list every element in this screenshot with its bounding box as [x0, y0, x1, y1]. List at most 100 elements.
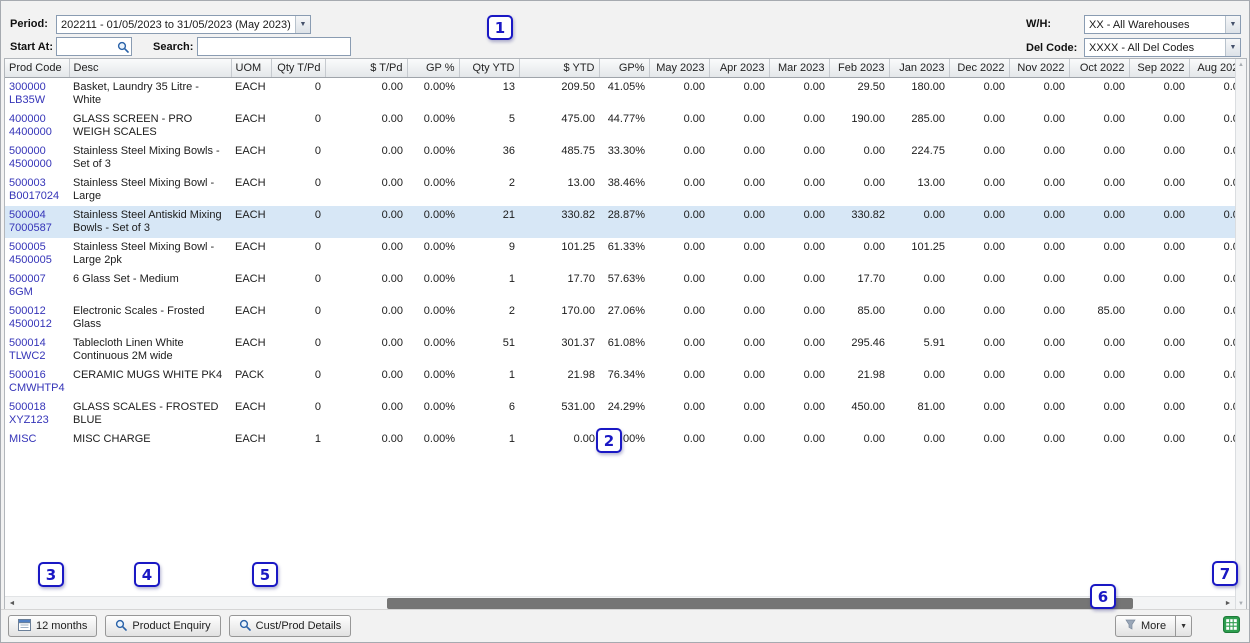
annotation-marker-1: 1: [487, 15, 513, 40]
table-row[interactable]: 5000076GM6 Glass Set - MediumEACH00.000.…: [5, 270, 1235, 302]
table-row[interactable]: 500018XYZ123GLASS SCALES - FROSTED BLUEE…: [5, 398, 1235, 430]
prod-code-link[interactable]: 500007: [9, 273, 65, 286]
horizontal-scrollbar-thumb[interactable]: [387, 598, 1133, 609]
prod-code-link-2[interactable]: TLWC2: [9, 350, 65, 363]
column-header-ytd[interactable]: $ YTD: [519, 59, 599, 78]
more-button[interactable]: More: [1115, 615, 1176, 637]
prod-code-link-2[interactable]: B0017024: [9, 190, 65, 203]
table-row[interactable]: 300000LB35WBasket, Laundry 35 Litre - Wh…: [5, 78, 1235, 111]
prod-code-link-2[interactable]: CMWHTP4: [9, 382, 65, 395]
prod-code-link-2[interactable]: 4500000: [9, 158, 65, 171]
cell-may-2023: 0.00: [649, 430, 709, 450]
prod-code-link[interactable]: MISC: [9, 433, 65, 446]
period-dropdown[interactable]: 202211 - 01/05/2023 to 31/05/2023 (May 2…: [56, 15, 311, 34]
table-row[interactable]: 500016CMWHTP4CERAMIC MUGS WHITE PK4PACK0…: [5, 366, 1235, 398]
cell-jan-2023: 180.00: [889, 78, 949, 111]
column-header-dec-2022[interactable]: Dec 2022: [949, 59, 1009, 78]
column-header-gp[interactable]: GP%: [599, 59, 649, 78]
product-enquiry-button[interactable]: Product Enquiry: [105, 615, 220, 637]
prod-code-link[interactable]: 500012: [9, 305, 65, 318]
prod-code-link-2[interactable]: XYZ123: [9, 414, 65, 427]
cell-gp-ytd: 41.05%: [599, 78, 649, 111]
cell-oct-2022: 0.00: [1069, 398, 1129, 430]
cell-dec-2022: 0.00: [949, 174, 1009, 206]
prod-code-link[interactable]: 300000: [9, 81, 65, 94]
column-header-jan-2023[interactable]: Jan 2023: [889, 59, 949, 78]
search-label: Search:: [153, 41, 193, 53]
column-header-gp[interactable]: GP %: [407, 59, 459, 78]
table-row[interactable]: 5000124500012Electronic Scales - Frosted…: [5, 302, 1235, 334]
column-header-feb-2023[interactable]: Feb 2023: [829, 59, 889, 78]
cell-feb-2023: 190.00: [829, 110, 889, 142]
cell-oct-2022: 0.00: [1069, 142, 1129, 174]
cell-gp-ytd: 24.29%: [599, 398, 649, 430]
cell-aug-2022: 0.00: [1189, 398, 1235, 430]
cust-prod-details-button[interactable]: Cust/Prod Details: [229, 615, 352, 637]
start-at-input[interactable]: [57, 38, 115, 55]
table-row[interactable]: 5000054500005Stainless Steel Mixing Bowl…: [5, 238, 1235, 270]
more-dropdown-arrow-button[interactable]: ▼: [1176, 615, 1192, 637]
column-header-uom[interactable]: UOM: [231, 59, 271, 78]
prod-code-link[interactable]: 500004: [9, 209, 65, 222]
column-header-apr-2023[interactable]: Apr 2023: [709, 59, 769, 78]
prod-code-link[interactable]: 500018: [9, 401, 65, 414]
cell-gp-tpd: 0.00%: [407, 366, 459, 398]
column-header-qty-ytd[interactable]: Qty YTD: [459, 59, 519, 78]
column-header-may-2023[interactable]: May 2023: [649, 59, 709, 78]
prod-code-link[interactable]: 500014: [9, 337, 65, 350]
funnel-icon: [1125, 619, 1136, 633]
cell-gp-ytd: 33.30%: [599, 142, 649, 174]
export-excel-button[interactable]: [1220, 615, 1242, 637]
prod-code-link[interactable]: 500000: [9, 145, 65, 158]
prod-code-link-2[interactable]: 4500012: [9, 318, 65, 331]
cell-apr-2023: 0.00: [709, 430, 769, 450]
prod-code-link-2[interactable]: 4500005: [9, 254, 65, 267]
cell-qty-ytd: 6: [459, 398, 519, 430]
column-header-t-pd[interactable]: $ T/Pd: [325, 59, 407, 78]
cell-desc: GLASS SCREEN - PRO WEIGH SCALES: [69, 110, 231, 142]
cell-sep-2022: 0.00: [1129, 430, 1189, 450]
cell-jan-2023: 0.00: [889, 270, 949, 302]
table-row[interactable]: 4000004400000 GLASS SCREEN - PRO WEIGH SC…: [5, 110, 1235, 142]
cell-amt-tpd: 0.00: [325, 110, 407, 142]
cell-qty-tpd: 0: [271, 302, 325, 334]
cell-oct-2022: 0.00: [1069, 206, 1129, 238]
prod-code-link-2[interactable]: 6GM: [9, 286, 65, 299]
column-header-sep-2022[interactable]: Sep 2022: [1129, 59, 1189, 78]
filter-bar: Period: 202211 - 01/05/2023 to 31/05/202…: [1, 1, 1249, 58]
prod-code-link-2[interactable]: 4400000: [9, 126, 65, 139]
prod-code-link[interactable]: 500005: [9, 241, 65, 254]
scroll-up-icon[interactable]: ▲: [1238, 59, 1244, 71]
table-row[interactable]: 5000004500000Stainless Steel Mixing Bowl…: [5, 142, 1235, 174]
twelve-months-button[interactable]: 12 months: [8, 615, 97, 637]
column-header-qty-t-pd[interactable]: Qty T/Pd: [271, 59, 325, 78]
prod-code-link[interactable]: 500016: [9, 369, 65, 382]
column-header-desc[interactable]: Desc: [69, 59, 231, 78]
warehouse-dropdown[interactable]: XX - All Warehouses ▼: [1084, 15, 1241, 34]
cell-qty-tpd: 0: [271, 238, 325, 270]
horizontal-scrollbar[interactable]: ◄ ►: [5, 596, 1235, 610]
search-icon: [239, 619, 251, 634]
prod-code-link[interactable]: 500003: [9, 177, 65, 190]
column-header-prod-code[interactable]: Prod Code: [5, 59, 69, 78]
cell-amt-tpd: 0.00: [325, 270, 407, 302]
column-header-aug-2022[interactable]: Aug 2022: [1189, 59, 1235, 78]
prod-code-link[interactable]: 400000: [9, 113, 65, 126]
column-header-mar-2023[interactable]: Mar 2023: [769, 59, 829, 78]
column-header-nov-2022[interactable]: Nov 2022: [1009, 59, 1069, 78]
search-icon[interactable]: [115, 41, 131, 53]
del-code-dropdown[interactable]: XXXX - All Del Codes ▼: [1084, 38, 1241, 57]
vertical-scrollbar[interactable]: ▲ ▼: [1235, 59, 1246, 610]
prod-code-link-2[interactable]: LB35W: [9, 94, 65, 107]
column-header-oct-2022[interactable]: Oct 2022: [1069, 59, 1129, 78]
table-row[interactable]: 500003B0017024Stainless Steel Mixing Bow…: [5, 174, 1235, 206]
cell-dec-2022: 0.00: [949, 270, 1009, 302]
table-row[interactable]: 500014TLWC2Tablecloth Linen White Contin…: [5, 334, 1235, 366]
cell-aug-2022: 0.00: [1189, 78, 1235, 111]
cell-dec-2022: 0.00: [949, 110, 1009, 142]
cell-may-2023: 0.00: [649, 302, 709, 334]
prod-code-link-2[interactable]: 7000587: [9, 222, 65, 235]
cell-uom: EACH: [231, 174, 271, 206]
table-row[interactable]: 5000047000587Stainless Steel Antiskid Mi…: [5, 206, 1235, 238]
search-input[interactable]: [198, 38, 350, 55]
